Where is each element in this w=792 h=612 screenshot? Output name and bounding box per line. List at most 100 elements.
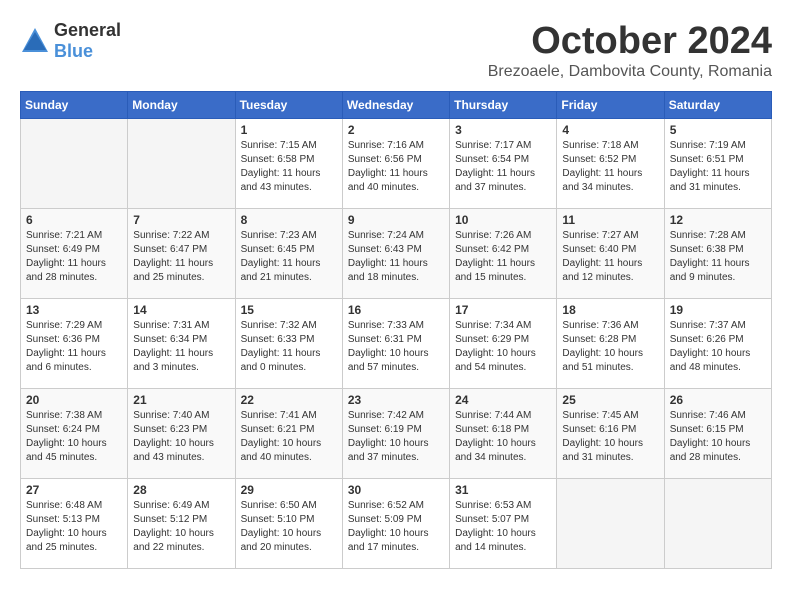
day-number: 31 <box>455 483 551 497</box>
day-number: 15 <box>241 303 337 317</box>
day-info: Sunrise: 7:44 AM Sunset: 6:18 PM Dayligh… <box>455 409 551 465</box>
page-header: General Blue October 2024 Brezoaele, Dam… <box>20 20 772 81</box>
calendar-cell: 14 Sunrise: 7:31 AM Sunset: 6:34 PM Dayli… <box>128 299 235 389</box>
day-info: Sunrise: 7:46 AM Sunset: 6:15 PM Dayligh… <box>670 409 766 465</box>
day-info: Sunrise: 7:38 AM Sunset: 6:24 PM Dayligh… <box>26 409 122 465</box>
logo-general-text: General <box>54 20 121 40</box>
calendar-cell: 28 Sunrise: 6:49 AM Sunset: 5:12 PM Dayli… <box>128 479 235 569</box>
day-number: 29 <box>241 483 337 497</box>
month-title: October 2024 <box>488 20 772 63</box>
day-number: 1 <box>241 123 337 137</box>
calendar-body: 1 Sunrise: 7:15 AM Sunset: 6:58 PM Daylig… <box>21 119 772 569</box>
day-info: Sunrise: 7:37 AM Sunset: 6:26 PM Dayligh… <box>670 319 766 375</box>
calendar-cell: 10 Sunrise: 7:26 AM Sunset: 6:42 PM Dayli… <box>450 209 557 299</box>
calendar-cell: 23 Sunrise: 7:42 AM Sunset: 6:19 PM Dayli… <box>342 389 449 479</box>
calendar-day-header: Tuesday <box>235 92 342 119</box>
day-number: 24 <box>455 393 551 407</box>
day-number: 26 <box>670 393 766 407</box>
day-info: Sunrise: 7:21 AM Sunset: 6:49 PM Dayligh… <box>26 229 122 285</box>
calendar-cell: 8 Sunrise: 7:23 AM Sunset: 6:45 PM Daylig… <box>235 209 342 299</box>
location-title: Brezoaele, Dambovita County, Romania <box>488 63 772 81</box>
calendar-day-header: Monday <box>128 92 235 119</box>
day-number: 7 <box>133 213 229 227</box>
day-number: 9 <box>348 213 444 227</box>
day-info: Sunrise: 6:49 AM Sunset: 5:12 PM Dayligh… <box>133 499 229 555</box>
calendar-cell: 3 Sunrise: 7:17 AM Sunset: 6:54 PM Daylig… <box>450 119 557 209</box>
day-info: Sunrise: 6:52 AM Sunset: 5:09 PM Dayligh… <box>348 499 444 555</box>
day-number: 11 <box>562 213 658 227</box>
calendar-table: SundayMondayTuesdayWednesdayThursdayFrid… <box>20 91 772 569</box>
day-info: Sunrise: 7:29 AM Sunset: 6:36 PM Dayligh… <box>26 319 122 375</box>
day-number: 2 <box>348 123 444 137</box>
logo-icon <box>20 26 50 56</box>
calendar-cell: 7 Sunrise: 7:22 AM Sunset: 6:47 PM Daylig… <box>128 209 235 299</box>
day-number: 10 <box>455 213 551 227</box>
day-info: Sunrise: 7:24 AM Sunset: 6:43 PM Dayligh… <box>348 229 444 285</box>
day-info: Sunrise: 7:22 AM Sunset: 6:47 PM Dayligh… <box>133 229 229 285</box>
calendar-week-row: 13Sunrise: 7:29 AM Sunset: 6:36 PM Dayli… <box>21 299 772 389</box>
day-number: 22 <box>241 393 337 407</box>
calendar-cell: 21Sunrise: 7:40 AM Sunset: 6:23 PM Dayli… <box>128 389 235 479</box>
day-info: Sunrise: 7:15 AM Sunset: 6:58 PM Dayligh… <box>241 139 337 195</box>
day-info: Sunrise: 7:33 AM Sunset: 6:31 PM Dayligh… <box>348 319 444 375</box>
day-info: Sunrise: 7:42 AM Sunset: 6:19 PM Dayligh… <box>348 409 444 465</box>
day-info: Sunrise: 7:28 AM Sunset: 6:38 PM Dayligh… <box>670 229 766 285</box>
day-info: Sunrise: 6:53 AM Sunset: 5:07 PM Dayligh… <box>455 499 551 555</box>
day-number: 18 <box>562 303 658 317</box>
calendar-cell <box>21 119 128 209</box>
calendar-cell: 13Sunrise: 7:29 AM Sunset: 6:36 PM Dayli… <box>21 299 128 389</box>
day-number: 3 <box>455 123 551 137</box>
calendar-cell: 20 Sunrise: 7:38 AM Sunset: 6:24 PM Dayli… <box>21 389 128 479</box>
calendar-cell: 9 Sunrise: 7:24 AM Sunset: 6:43 PM Daylig… <box>342 209 449 299</box>
calendar-cell: 12 Sunrise: 7:28 AM Sunset: 6:38 PM Dayli… <box>664 209 771 299</box>
calendar-cell: 15 Sunrise: 7:32 AM Sunset: 6:33 PM Dayli… <box>235 299 342 389</box>
calendar-cell <box>557 479 664 569</box>
calendar-cell <box>664 479 771 569</box>
day-info: Sunrise: 7:41 AM Sunset: 6:21 PM Dayligh… <box>241 409 337 465</box>
day-info: Sunrise: 7:36 AM Sunset: 6:28 PM Dayligh… <box>562 319 658 375</box>
day-info: Sunrise: 7:23 AM Sunset: 6:45 PM Dayligh… <box>241 229 337 285</box>
calendar-header: SundayMondayTuesdayWednesdayThursdayFrid… <box>21 92 772 119</box>
day-info: Sunrise: 7:32 AM Sunset: 6:33 PM Dayligh… <box>241 319 337 375</box>
day-number: 16 <box>348 303 444 317</box>
day-info: Sunrise: 7:45 AM Sunset: 6:16 PM Dayligh… <box>562 409 658 465</box>
calendar-cell: 22 Sunrise: 7:41 AM Sunset: 6:21 PM Dayli… <box>235 389 342 479</box>
calendar-week-row: 6 Sunrise: 7:21 AM Sunset: 6:49 PM Daylig… <box>21 209 772 299</box>
day-number: 21 <box>133 393 229 407</box>
logo-blue-text: Blue <box>54 41 93 61</box>
calendar-cell: 2 Sunrise: 7:16 AM Sunset: 6:56 PM Daylig… <box>342 119 449 209</box>
calendar-cell: 27Sunrise: 6:48 AM Sunset: 5:13 PM Dayli… <box>21 479 128 569</box>
day-info: Sunrise: 7:31 AM Sunset: 6:34 PM Dayligh… <box>133 319 229 375</box>
day-info: Sunrise: 7:17 AM Sunset: 6:54 PM Dayligh… <box>455 139 551 195</box>
calendar-day-header: Thursday <box>450 92 557 119</box>
calendar-cell: 6 Sunrise: 7:21 AM Sunset: 6:49 PM Daylig… <box>21 209 128 299</box>
day-info: Sunrise: 7:19 AM Sunset: 6:51 PM Dayligh… <box>670 139 766 195</box>
day-number: 30 <box>348 483 444 497</box>
calendar-cell: 16 Sunrise: 7:33 AM Sunset: 6:31 PM Dayli… <box>342 299 449 389</box>
day-number: 19 <box>670 303 766 317</box>
calendar-cell: 11Sunrise: 7:27 AM Sunset: 6:40 PM Dayli… <box>557 209 664 299</box>
day-number: 8 <box>241 213 337 227</box>
day-number: 12 <box>670 213 766 227</box>
calendar-day-header: Friday <box>557 92 664 119</box>
day-number: 17 <box>455 303 551 317</box>
day-number: 6 <box>26 213 122 227</box>
calendar-day-header: Wednesday <box>342 92 449 119</box>
calendar-cell: 18 Sunrise: 7:36 AM Sunset: 6:28 PM Dayli… <box>557 299 664 389</box>
day-number: 27 <box>26 483 122 497</box>
calendar-week-row: 20 Sunrise: 7:38 AM Sunset: 6:24 PM Dayli… <box>21 389 772 479</box>
day-number: 20 <box>26 393 122 407</box>
day-number: 5 <box>670 123 766 137</box>
calendar-cell <box>128 119 235 209</box>
calendar-cell: 30 Sunrise: 6:52 AM Sunset: 5:09 PM Dayli… <box>342 479 449 569</box>
day-info: Sunrise: 7:26 AM Sunset: 6:42 PM Dayligh… <box>455 229 551 285</box>
calendar-cell: 26 Sunrise: 7:46 AM Sunset: 6:15 PM Dayli… <box>664 389 771 479</box>
day-number: 23 <box>348 393 444 407</box>
calendar-day-header: Saturday <box>664 92 771 119</box>
calendar-cell: 24 Sunrise: 7:44 AM Sunset: 6:18 PM Dayli… <box>450 389 557 479</box>
day-number: 28 <box>133 483 229 497</box>
calendar-week-row: 1 Sunrise: 7:15 AM Sunset: 6:58 PM Daylig… <box>21 119 772 209</box>
day-number: 14 <box>133 303 229 317</box>
day-info: Sunrise: 7:16 AM Sunset: 6:56 PM Dayligh… <box>348 139 444 195</box>
logo: General Blue <box>20 20 121 62</box>
